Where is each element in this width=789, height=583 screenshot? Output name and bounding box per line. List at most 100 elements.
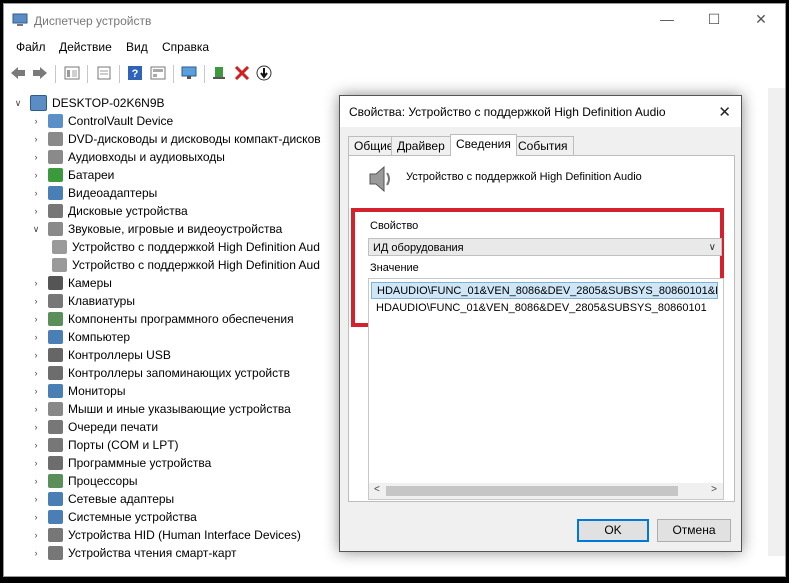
tree-item-label: Камеры bbox=[68, 276, 112, 290]
tree-item[interactable]: › Дисковые устройства bbox=[30, 202, 188, 220]
chevron-down-icon: ∨ bbox=[708, 242, 716, 253]
collapsed-chevron-icon[interactable]: › bbox=[30, 277, 42, 289]
device-category-icon bbox=[48, 186, 63, 200]
collapsed-chevron-icon[interactable]: › bbox=[30, 529, 42, 541]
minimize-button[interactable]: — bbox=[644, 4, 690, 34]
collapsed-chevron-icon[interactable]: › bbox=[30, 115, 42, 127]
tree-item[interactable]: › Программные устройства bbox=[30, 454, 211, 472]
collapsed-chevron-icon[interactable]: › bbox=[30, 331, 42, 343]
collapsed-chevron-icon[interactable]: › bbox=[30, 313, 42, 325]
tree-item[interactable]: › Порты (COM и LPT) bbox=[30, 436, 179, 454]
tree-child-item[interactable]: Устройство с поддержкой High Definition … bbox=[52, 238, 320, 256]
collapsed-chevron-icon[interactable]: › bbox=[30, 493, 42, 505]
value-list[interactable]: HDAUDIO\FUNC_01&VEN_8086&DEV_2805&SUBSYS… bbox=[368, 278, 724, 500]
cancel-button[interactable]: Отмена bbox=[657, 519, 731, 542]
toolbar-separator bbox=[173, 65, 174, 83]
tree-item[interactable]: › Клавиатуры bbox=[30, 292, 135, 310]
tree-item-label: Устройство с поддержкой High Definition … bbox=[72, 240, 320, 254]
value-list-item[interactable]: HDAUDIO\FUNC_01&VEN_8086&DEV_2805&SUBSYS… bbox=[371, 282, 718, 299]
toolbar-separator bbox=[204, 65, 205, 83]
tree-item[interactable]: › Компоненты программного обеспечения bbox=[30, 310, 294, 328]
menu-help[interactable]: Справка bbox=[162, 40, 209, 54]
collapsed-chevron-icon[interactable]: › bbox=[30, 367, 42, 379]
collapsed-chevron-icon[interactable]: › bbox=[30, 151, 42, 163]
computer-icon bbox=[30, 95, 47, 111]
tree-item-label: Очереди печати bbox=[68, 420, 159, 434]
view-icon[interactable] bbox=[150, 65, 166, 81]
menu-action[interactable]: Действие bbox=[59, 40, 112, 54]
tree-root[interactable]: ∨ DESKTOP-02K6N9B bbox=[12, 94, 165, 112]
collapsed-chevron-icon[interactable]: › bbox=[30, 295, 42, 307]
update-icon[interactable] bbox=[96, 65, 112, 81]
scan-icon[interactable] bbox=[212, 65, 228, 81]
tree-item[interactable]: › Мониторы bbox=[30, 382, 125, 400]
maximize-button[interactable]: ☐ bbox=[691, 4, 737, 34]
tree-item[interactable]: › Очереди печати bbox=[30, 418, 158, 436]
collapsed-chevron-icon[interactable]: › bbox=[30, 439, 42, 451]
tree-item[interactable]: › Устройства HID (Human Interface Devices… bbox=[30, 526, 301, 544]
collapsed-chevron-icon[interactable]: › bbox=[30, 421, 42, 433]
tree-item-label: ControlVault Device bbox=[68, 114, 174, 128]
collapsed-chevron-icon[interactable]: › bbox=[30, 133, 42, 145]
collapsed-chevron-icon[interactable]: › bbox=[30, 349, 42, 361]
tab-details[interactable]: Сведения bbox=[450, 134, 517, 156]
value-list-item[interactable]: HDAUDIO\FUNC_01&VEN_8086&DEV_2805&SUBSYS… bbox=[371, 300, 718, 317]
collapsed-chevron-icon[interactable]: › bbox=[30, 457, 42, 469]
device-category-icon bbox=[48, 474, 63, 488]
device-category-icon bbox=[48, 348, 63, 362]
scroll-left-icon[interactable]: < bbox=[374, 484, 380, 495]
scroll-right-icon[interactable]: > bbox=[711, 484, 717, 495]
forward-icon[interactable] bbox=[32, 65, 48, 81]
tree-item[interactable]: › Аудиовходы и аудиовыходы bbox=[30, 148, 225, 166]
tree-item[interactable]: › ControlVault Device bbox=[30, 112, 173, 130]
vertical-scrollbar[interactable] bbox=[768, 88, 785, 556]
tree-item[interactable]: ∨ Звуковые, игровые и видеоустройства bbox=[30, 220, 282, 238]
collapsed-chevron-icon[interactable]: › bbox=[30, 403, 42, 415]
ok-button[interactable]: OK bbox=[577, 519, 649, 542]
monitor-icon[interactable] bbox=[181, 65, 197, 81]
tree-item-label: Видеоадаптеры bbox=[68, 186, 158, 200]
properties-icon[interactable] bbox=[64, 65, 80, 81]
tree-item[interactable]: › Сетевые адаптеры bbox=[30, 490, 174, 508]
device-category-icon bbox=[48, 222, 63, 236]
tree-item[interactable]: › Мыши и иные указывающие устройства bbox=[30, 400, 291, 418]
tree-item[interactable]: › Устройства чтения смарт-карт bbox=[30, 544, 236, 562]
menu-file[interactable]: Файл bbox=[16, 40, 46, 54]
tree-item[interactable]: › Контроллеры USB bbox=[30, 346, 171, 364]
tree-item[interactable]: › Системные устройства bbox=[30, 508, 197, 526]
tree-item[interactable]: › Процессоры bbox=[30, 472, 138, 490]
tab-events[interactable]: События bbox=[512, 136, 574, 155]
device-category-icon bbox=[48, 402, 63, 416]
tree-item[interactable]: › Компьютер bbox=[30, 328, 130, 346]
tree-item[interactable]: › DVD-дисководы и дисководы компакт-диско… bbox=[30, 130, 321, 148]
dialog-close-button[interactable]: ✕ bbox=[718, 103, 731, 121]
toolbar-separator bbox=[55, 65, 56, 83]
toolbar-separator bbox=[87, 65, 88, 83]
collapsed-chevron-icon[interactable]: › bbox=[30, 169, 42, 181]
collapsed-chevron-icon[interactable]: › bbox=[30, 205, 42, 217]
tree-item[interactable]: › Камеры bbox=[30, 274, 112, 292]
tree-child-item[interactable]: Устройство с поддержкой High Definition … bbox=[52, 256, 320, 274]
expanded-chevron-icon[interactable]: ∨ bbox=[30, 223, 42, 235]
collapsed-chevron-icon[interactable]: › bbox=[30, 187, 42, 199]
collapsed-chevron-icon[interactable]: › bbox=[30, 511, 42, 523]
close-button[interactable]: ✕ bbox=[738, 4, 784, 34]
tab-driver[interactable]: Драйвер bbox=[391, 136, 451, 155]
expanded-chevron-icon[interactable]: ∨ bbox=[12, 97, 24, 109]
remove-icon[interactable] bbox=[234, 65, 250, 81]
back-icon[interactable] bbox=[10, 65, 26, 81]
menu-view[interactable]: Вид bbox=[126, 40, 148, 54]
property-select[interactable]: ИД оборудования ∨ bbox=[368, 238, 722, 256]
scrollbar-thumb[interactable] bbox=[386, 486, 678, 496]
collapsed-chevron-icon[interactable]: › bbox=[30, 475, 42, 487]
title-bar: Диспетчер устройств — ☐ ✕ bbox=[4, 4, 785, 34]
toolbar: ? bbox=[4, 61, 785, 86]
horizontal-scrollbar[interactable]: < > bbox=[369, 483, 723, 499]
collapsed-chevron-icon[interactable]: › bbox=[30, 547, 42, 559]
collapsed-chevron-icon[interactable]: › bbox=[30, 385, 42, 397]
help-icon[interactable]: ? bbox=[127, 65, 143, 81]
download-icon[interactable] bbox=[256, 65, 272, 81]
tree-item[interactable]: › Видеоадаптеры bbox=[30, 184, 157, 202]
tree-item[interactable]: › Контроллеры запоминающих устройств bbox=[30, 364, 290, 382]
tree-item[interactable]: › Батареи bbox=[30, 166, 114, 184]
